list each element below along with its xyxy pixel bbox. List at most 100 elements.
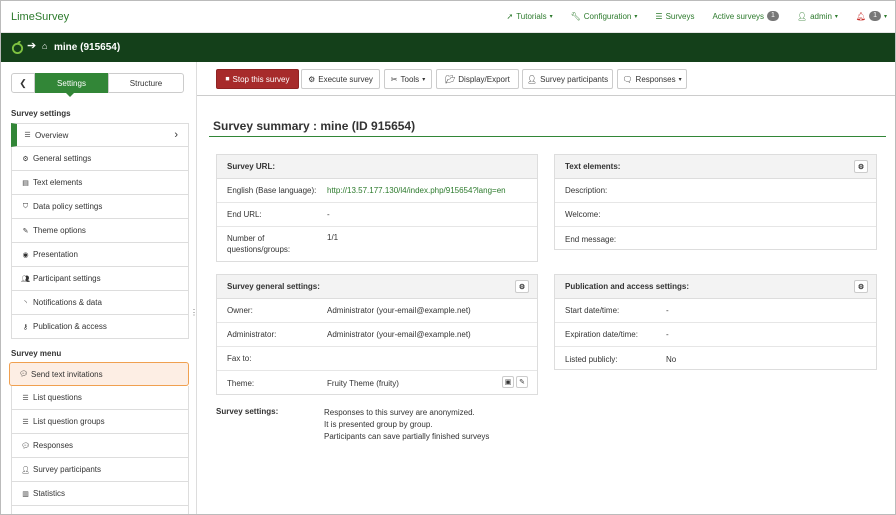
nav-active-surveys[interactable]: Active surveys 1	[712, 11, 779, 21]
responses-label: Responses	[635, 74, 676, 84]
chevron-right-icon: ›	[174, 129, 178, 141]
theme-preview-button[interactable]: ▣	[502, 376, 514, 388]
sidebar-item-label: Participant settings	[33, 274, 101, 283]
nav-configuration[interactable]: 🔧︎ Configuration ▾	[571, 12, 638, 21]
panel-heading: Text elements: ⚙	[555, 155, 876, 179]
display-export-button[interactable]: 📂︎ Display/Export	[436, 69, 519, 89]
row-key: End URL:	[227, 210, 262, 219]
edit-publication-button[interactable]: ⚙	[854, 280, 868, 293]
gears-icon: ⚙	[857, 163, 865, 171]
theme-edit-button[interactable]: ✎	[516, 376, 528, 388]
panel-heading-label: Publication and access settings:	[565, 282, 690, 291]
panel-heading: Survey general settings: ⚙	[217, 275, 537, 299]
brand-logo-text[interactable]: LimeSurvey	[11, 11, 69, 23]
sidebar-item-label: Overview	[35, 130, 69, 140]
summary-line: It is presented group by group.	[324, 420, 433, 429]
nav-user-menu[interactable]: 👤︎ admin ▾	[797, 12, 838, 21]
row-value: Fruity Theme (fruity)	[327, 378, 399, 388]
sidebar-item-label: List question groups	[33, 417, 105, 426]
list-icon: ☰	[22, 418, 29, 426]
sidebar-item-statistics[interactable]: ▥ Statistics	[11, 482, 189, 506]
sidebar-item-participants[interactable]: 👤︎ Survey participants	[11, 458, 189, 482]
sidebar-item-notifications[interactable]: ◝ Notifications & data	[11, 291, 189, 315]
shield-icon: ⛉	[22, 202, 29, 210]
stop-survey-button[interactable]: ⏹︎ Stop this survey	[216, 69, 299, 89]
sidebar-item-list-groups[interactable]: ☰ List question groups	[11, 410, 189, 434]
table-row: Expiration date/time: -	[555, 323, 876, 347]
sidebar-item-list-questions[interactable]: ☰ List questions	[11, 386, 189, 410]
nav-notifications[interactable]: 🔔︎ 1 ▾	[856, 11, 887, 21]
sidebar-item-responses[interactable]: 💬︎ Responses	[11, 434, 189, 458]
row-key: End message:	[565, 234, 617, 244]
row-value: -	[666, 330, 669, 339]
settings-menu: ☰ Overview › ⚙ General settings ▤ Text e…	[11, 123, 189, 339]
sidebar-item-text-elements[interactable]: ▤ Text elements	[11, 171, 189, 195]
panel-heading-label: Survey general settings:	[227, 282, 320, 291]
tab-structure[interactable]: Structure	[108, 73, 184, 93]
app-window: LimeSurvey ➚ Tutorials ▾ 🔧︎ Configuratio…	[0, 0, 896, 515]
nav-tutorials[interactable]: ➚ Tutorials ▾	[507, 12, 553, 21]
survey-title-bar: ➔ ⌂ mine (915654)	[1, 33, 895, 62]
nav-tutorials-label: Tutorials	[516, 11, 547, 21]
limesurvey-logo-icon	[11, 41, 24, 54]
table-row: Number of questions/groups: 1/1	[217, 227, 537, 259]
tools-dropdown[interactable]: ✂ Tools ▾	[384, 69, 432, 89]
table-row: Theme: Fruity Theme (fruity) ▣ ✎	[217, 371, 537, 395]
row-key: Fax to:	[227, 354, 252, 363]
sidebar-tabs: ❮ Settings Structure	[11, 73, 184, 97]
row-value: 1/1	[327, 233, 339, 242]
page-title: Survey summary : mine (ID 915654)	[213, 119, 416, 133]
sidebar-item-data-policy[interactable]: ⛉ Data policy settings	[11, 195, 189, 219]
survey-title: mine (915654)	[54, 42, 121, 53]
sidebar-item-publication[interactable]: ⚷ Publication & access	[11, 315, 189, 339]
survey-url-panel: Survey URL: English (Base language): htt…	[216, 154, 538, 262]
summary-line: Responses to this survey are anonymized.	[324, 408, 475, 417]
caret-down-icon: ▾	[678, 76, 682, 83]
comments-icon: 🗨︎	[622, 74, 633, 84]
sidebar-item-send-invitations[interactable]: 💬︎ Send text invitations	[9, 362, 189, 386]
users-icon: 👥︎	[21, 275, 30, 283]
survey-url-link[interactable]: http://13.57.177.130/l4/index.php/915654…	[327, 186, 506, 195]
survey-participants-button[interactable]: 👤︎ Survey participants	[522, 69, 613, 89]
edit-general-settings-button[interactable]: ⚙	[515, 280, 529, 293]
sidebar-item-label: Notifications & data	[33, 298, 102, 307]
sidebar-item-presentation[interactable]: ◉ Presentation	[11, 243, 189, 267]
text-elements-panel: Text elements: ⚙ Description: Welcome: E…	[554, 154, 877, 250]
home-icon[interactable]: ⌂	[42, 41, 47, 51]
image-icon: ▣	[504, 379, 512, 386]
survey-participants-label: Survey participants	[540, 74, 609, 84]
table-row: End message:	[555, 227, 876, 251]
collapse-sidebar-button[interactable]: ❮	[11, 73, 35, 93]
notification-badge: 1	[869, 11, 881, 21]
row-key: Number of questions/groups:	[227, 234, 291, 254]
caret-down-icon: ▾	[883, 13, 887, 20]
caret-down-icon: ▾	[634, 13, 638, 20]
table-row: Start date/time: -	[555, 299, 876, 323]
nav-surveys[interactable]: ☰ Surveys	[655, 12, 694, 21]
caret-down-icon: ▾	[834, 13, 838, 20]
row-key: Listed publicly:	[565, 354, 618, 364]
execute-survey-button[interactable]: ⚙ Execute survey	[301, 69, 380, 89]
survey-menu: 💬︎ Send text invitations ☰ List question…	[9, 362, 189, 514]
user-icon: 👤︎	[796, 11, 808, 21]
sidebar-item-participant-settings[interactable]: 👥︎ Participant settings	[11, 267, 189, 291]
gears-icon: ⚙	[22, 155, 29, 163]
tab-settings[interactable]: Settings	[35, 73, 108, 97]
row-value: Administrator (your-email@example.net)	[327, 306, 471, 315]
responses-dropdown[interactable]: 🗨︎ Responses ▾	[617, 69, 687, 89]
tools-label: Tools	[400, 74, 420, 84]
survey-settings-heading: Survey settings	[11, 109, 71, 118]
display-export-label: Display/Export	[458, 74, 510, 84]
table-row: Fax to:	[217, 347, 537, 371]
nav-configuration-label: Configuration	[583, 11, 632, 21]
survey-toolbar: ⏹︎ Stop this survey ⚙ Execute survey ✂ T…	[197, 62, 895, 96]
edit-text-elements-button[interactable]: ⚙	[854, 160, 868, 173]
stop-icon: ⏹︎	[225, 74, 230, 83]
sidebar-item-general-settings[interactable]: ⚙ General settings	[11, 147, 189, 171]
sidebar-item-label: Survey participants	[33, 465, 102, 474]
title-divider	[209, 136, 886, 137]
sidebar-item-more[interactable]	[11, 506, 189, 514]
sidebar-item-overview[interactable]: ☰ Overview ›	[11, 123, 189, 147]
user-icon: 👤︎	[526, 74, 538, 84]
sidebar-item-theme-options[interactable]: ✎ Theme options	[11, 219, 189, 243]
